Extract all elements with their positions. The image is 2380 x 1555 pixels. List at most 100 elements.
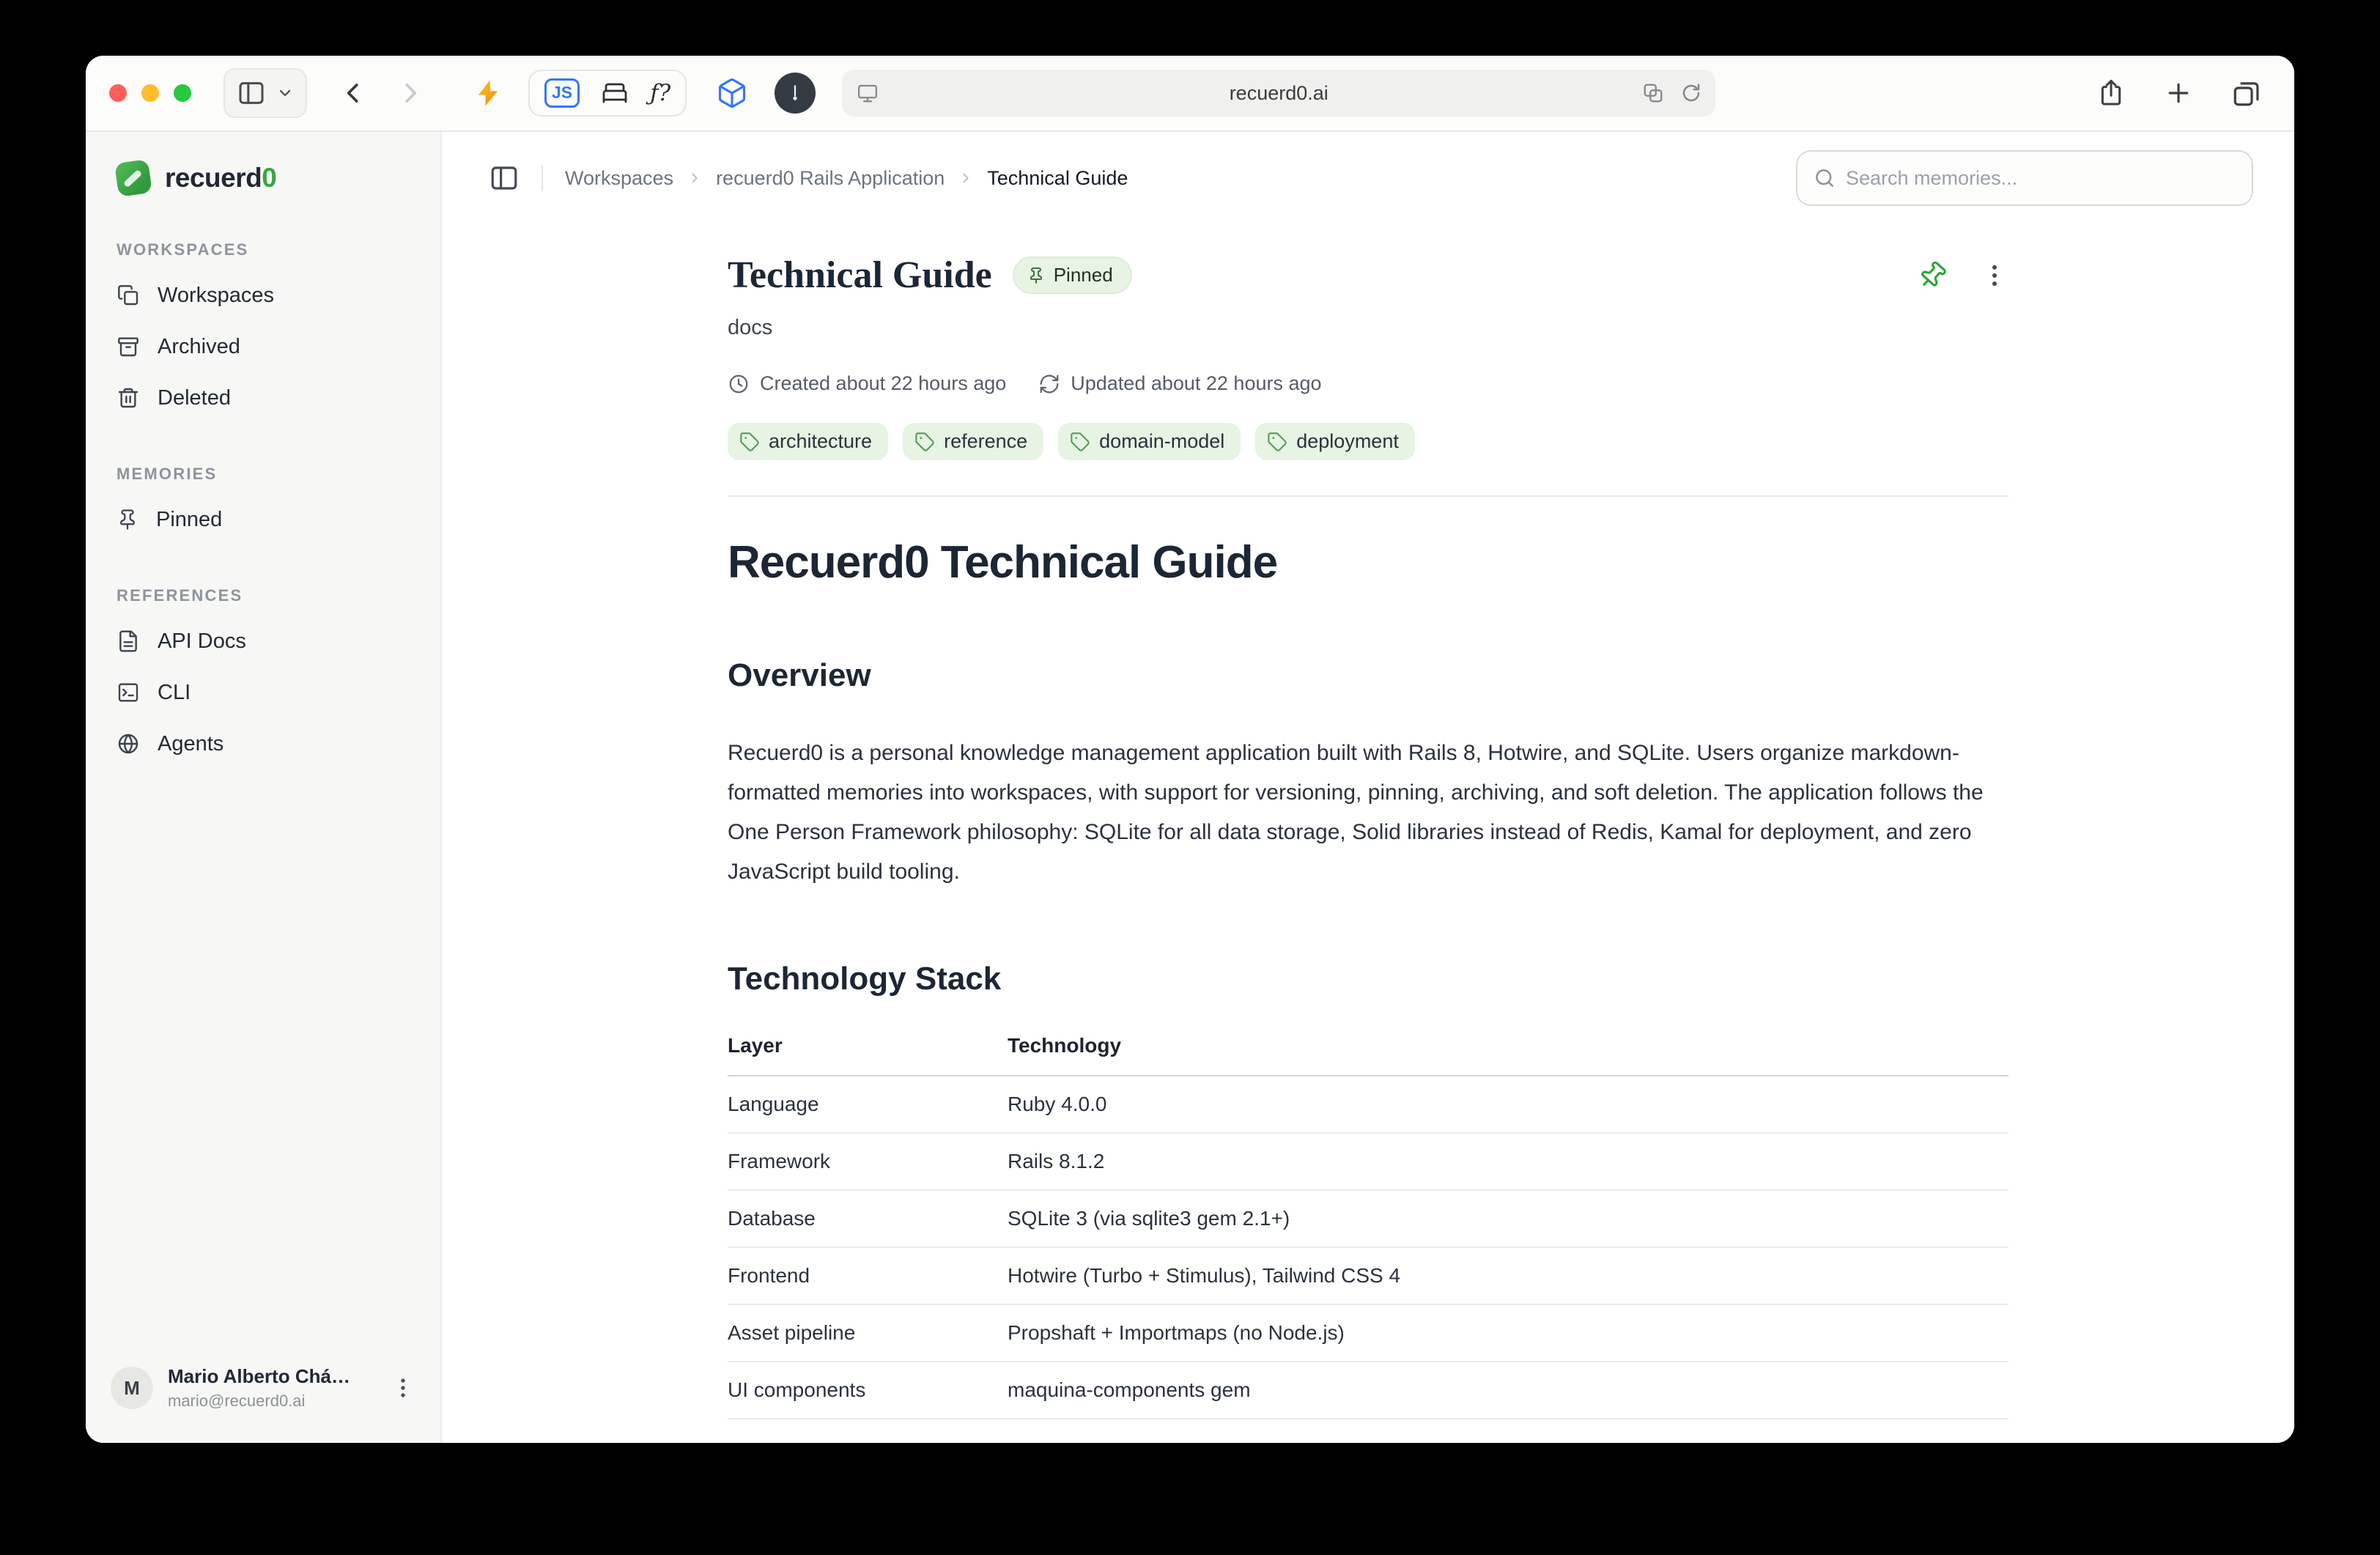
content-divider [728,495,2008,497]
search-box[interactable] [1796,150,2253,206]
table-cell: Rails 8.1.2 [1008,1133,2008,1190]
table-cell: Asset pipeline [728,1304,1008,1362]
toolbar-sidebar-toggle[interactable] [223,68,307,118]
table-row: UI components maquina-components gem [728,1362,2008,1419]
cube-extension-icon[interactable] [716,77,748,109]
user-kebab-icon[interactable] [391,1375,415,1400]
sidebar: recuerd0 WORKSPACES Workspaces Archived [86,132,442,1443]
table-row: Language Ruby 4.0.0 [728,1076,2008,1133]
chevron-right-icon [958,170,974,186]
close-button[interactable] [109,84,127,102]
created-timestamp: Created about 22 hours ago [760,372,1006,395]
translate-icon[interactable] [1642,82,1664,104]
pin-action-icon[interactable] [1912,254,1953,295]
sidebar-item-api-docs[interactable]: API Docs [105,616,421,667]
sidebar-item-archived[interactable]: Archived [105,321,421,372]
sidebar-item-label: Pinned [156,508,222,532]
memory-article: Recuerd0 Technical Guide Overview Recuer… [728,536,2008,1419]
sidebar-item-label: Workspaces [158,284,274,308]
section-label-references: REFERENCES [105,586,421,605]
new-tab-icon[interactable] [2164,78,2193,108]
copy-icon [117,284,140,307]
breadcrumb: Workspaces recuerd0 Rails Application Te… [565,167,1128,190]
memory-view: Technical Guide Pinned [442,224,2294,1443]
panel-left-icon [237,78,266,108]
app-logo[interactable]: recuerd0 [105,157,421,199]
memory-kebab-icon[interactable] [1981,262,2008,289]
table-row: Database SQLite 3 (via sqlite3 gem 2.1+) [728,1190,2008,1247]
sidebar-item-label: Agents [158,732,223,756]
section-label-memories: MEMORIES [105,465,421,484]
tag-icon [1267,432,1287,452]
sidebar-item-workspaces[interactable]: Workspaces [105,270,421,321]
sidebar-item-agents[interactable]: Agents [105,718,421,769]
user-name: Mario Alberto Chá… [168,1365,376,1388]
tag-domain-model[interactable]: domain-model [1058,423,1241,460]
user-email: mario@recuerd0.ai [168,1392,376,1411]
sidebar-item-label: API Docs [158,629,246,654]
clock-icon [728,373,750,395]
updated-timestamp: Updated about 22 hours ago [1071,372,1321,395]
sidebar-item-label: Deleted [158,386,231,410]
content-sidebar-toggle[interactable] [489,163,520,193]
table-cell: Framework [728,1133,1008,1190]
logo-text: recuerd0 [165,163,276,193]
js-extension-icon[interactable]: JS [544,78,580,108]
tag-deployment[interactable]: deployment [1255,423,1415,460]
pin-icon [117,509,138,531]
browser-toolbar: JS ƒ? recuerd0.ai [86,56,2294,132]
tag-icon [914,432,935,452]
sidebar-item-pinned[interactable]: Pinned [105,494,421,545]
breadcrumb-workspaces[interactable]: Workspaces [565,167,673,190]
logo-icon [114,159,152,197]
overview-heading: Overview [728,657,2008,694]
stack-heading: Technology Stack [728,961,2008,997]
table-cell: Database [728,1190,1008,1247]
page-icon[interactable] [857,82,879,104]
breadcrumb-application[interactable]: recuerd0 Rails Application [716,167,945,190]
content-header: Workspaces recuerd0 Rails Application Te… [442,132,2294,224]
address-bar[interactable]: recuerd0.ai [842,70,1715,117]
chevron-down-icon [276,84,294,102]
table-row: Framework Rails 8.1.2 [728,1133,2008,1190]
sidebar-item-deleted[interactable]: Deleted [105,372,421,424]
user-menu[interactable]: M Mario Alberto Chá… mario@recuerd0.ai [105,1365,421,1411]
zoom-button[interactable] [174,84,191,102]
bed-extension-icon[interactable] [602,80,628,106]
avatar: M [111,1367,153,1409]
chevron-right-icon [687,170,703,186]
header-divider [542,165,543,191]
fn-extension-icon[interactable]: ƒ? [650,80,670,106]
url-text: recuerd0.ai [1230,82,1328,105]
pin-icon [1027,267,1045,284]
dark-extension-icon[interactable] [775,73,816,114]
traffic-lights [109,84,191,102]
table-cell: maquina-components gem [1008,1362,2008,1419]
tag-reference[interactable]: reference [903,423,1043,460]
article-title: Recuerd0 Technical Guide [728,536,2008,588]
tab-overview-icon[interactable] [2231,78,2262,108]
table-cell: Ruby 4.0.0 [1008,1076,2008,1133]
reload-icon[interactable] [1680,82,1702,104]
trash-icon [117,386,140,410]
table-row: Asset pipeline Propshaft + Importmaps (n… [728,1304,2008,1362]
extension-group: JS ƒ? [528,70,687,117]
minimize-button[interactable] [141,84,159,102]
tag-list: architecture reference dom [728,423,2008,460]
overview-paragraph: Recuerd0 is a personal knowledge managem… [728,734,2008,892]
table-cell: Hotwire (Turbo + Stimulus), Tailwind CSS… [1008,1247,2008,1304]
back-button[interactable] [339,79,367,107]
search-input[interactable] [1846,167,2236,190]
globe-icon [117,732,140,756]
refresh-icon [1038,373,1060,395]
sidebar-item-cli[interactable]: CLI [105,667,421,718]
table-cell: Frontend [728,1247,1008,1304]
table-row: Frontend Hotwire (Turbo + Stimulus), Tai… [728,1247,2008,1304]
pinned-badge-label: Pinned [1054,264,1113,287]
lightning-extension-icon[interactable] [473,78,503,108]
pinned-badge: Pinned [1013,256,1132,294]
share-icon[interactable] [2096,78,2126,108]
forward-button[interactable] [396,79,424,107]
tag-architecture[interactable]: architecture [728,423,888,460]
technology-stack-table: Layer Technology Language Ruby 4.0.0 [728,1034,2008,1419]
